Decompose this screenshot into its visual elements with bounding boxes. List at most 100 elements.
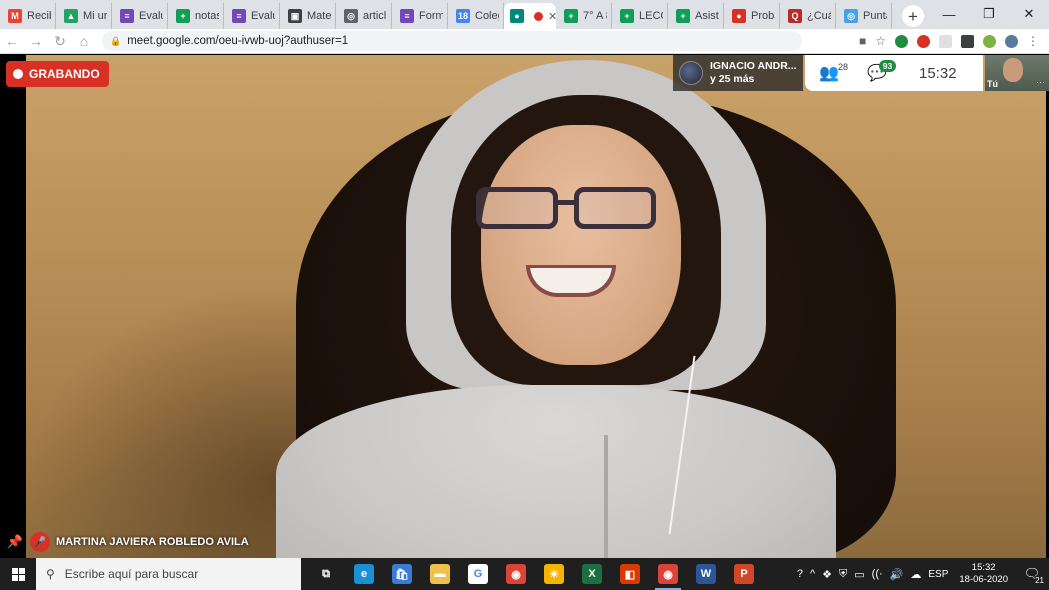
taskbar-app[interactable]: ▬ [421,558,459,590]
taskbar-app[interactable]: X [573,558,611,590]
taskbar-search[interactable]: ⚲ Escribe aquí para buscar [36,558,301,590]
tab-title: Form [419,10,443,22]
task-view-icon: ⧉ [322,567,330,580]
dropbox-icon[interactable]: ❖ [822,568,832,581]
classroom-icon: ▣ [288,9,302,23]
address-bar[interactable]: 🔒 meet.google.com/oeu-ivwb-uoj?authuser=… [102,31,802,51]
home-icon[interactable]: ⌂ [72,33,96,49]
video-zipper [604,435,608,558]
recording-badge: GRABANDO [6,61,109,87]
browser-tab[interactable]: ● ✕ [504,3,556,29]
people-icon: 👥 [819,65,839,82]
tab-title: Asiste [695,10,719,22]
minimize-icon[interactable]: — [929,0,969,28]
onedrive-icon[interactable]: ☁ [910,568,921,581]
participants-button[interactable]: 👥 28 [819,55,867,91]
taskbar-app[interactable]: ◧ [611,558,649,590]
taskbar-app[interactable]: ☀ [535,558,573,590]
search-placeholder: Escribe aquí para buscar [64,567,199,581]
taskbar-clock[interactable]: 15:32 18-06-2020 [959,562,1008,586]
self-view-more-icon[interactable]: ⋯ [1036,77,1045,88]
extension-grey-icon[interactable] [939,34,952,48]
browser-tab[interactable]: + LECC [612,3,668,29]
browser-tab[interactable]: ≡ Form [392,3,448,29]
browser-tab[interactable]: ● Proba [724,3,780,29]
calendar-icon: 18 [456,9,470,23]
extension-play-icon[interactable] [983,34,996,48]
browser-tab[interactable]: ◎ Punta [836,3,892,29]
tab-title: ¿Cuá [807,10,831,22]
windows-logo-icon [11,567,25,581]
taskbar-app[interactable]: G [459,558,497,590]
restore-icon[interactable]: ❐ [969,0,1009,28]
wifi-icon[interactable]: ((· [872,568,883,580]
participant-name-row: 📌 🎤 MARTINA JAVIERA ROBLEDO AVILA [6,532,249,552]
edge-icon: e [354,564,374,584]
show-hidden-icons[interactable]: ^ [810,568,815,580]
close-window-icon[interactable]: ✕ [1009,0,1049,28]
battery-icon[interactable]: ▭ [854,568,864,581]
pin-icon[interactable]: 📌 [6,534,24,550]
reload-icon[interactable]: ↻ [48,33,72,50]
browser-tab[interactable]: ≡ Evalu [224,3,280,29]
tab-title: Recib [27,10,51,22]
globe-icon: ◎ [344,9,358,23]
back-icon[interactable]: ← [0,33,24,49]
browser-tab[interactable]: Q ¿Cuá [780,3,836,29]
toolbar-right: ■ ☆ ⋮ [859,34,1049,48]
tab-strip: M Recib ▲ Mi ur ≡ Evalu + notas ≡ Evalu ▣ Mate ◎ arti… [0,0,1049,29]
chrome-running-icon: ◉ [658,564,678,584]
browser-tab[interactable]: + notas [168,3,224,29]
tab-title: Mi ur [83,10,107,22]
presenter-text: IGNACIO ANDR... y 25 más [710,60,797,86]
bookmark-star-icon[interactable]: ☆ [875,34,886,48]
extension-red-icon[interactable] [917,34,930,48]
browser-tab[interactable]: ◎ articl [336,3,392,29]
new-tab-button[interactable]: + [902,5,924,27]
close-tab-icon[interactable]: ✕ [548,10,556,23]
volume-icon[interactable]: 🔊 [890,568,904,581]
taskbar-app[interactable]: P [725,558,763,590]
taskbar-app[interactable]: ◉ [497,558,535,590]
meet-icon: ● [510,9,524,23]
browser-tab[interactable]: M Recib [0,3,56,29]
taskbar-app[interactable]: 🛍 [383,558,421,590]
lock-icon[interactable]: 🔒 [110,36,121,47]
browser-tab[interactable]: 18 Coleg [448,3,504,29]
action-center-button[interactable]: 🗨 21 [1019,558,1045,590]
extension-cast-icon[interactable] [961,34,974,48]
presenter-chip[interactable]: IGNACIO ANDR... y 25 más [673,55,803,91]
sheets-icon: + [176,9,190,23]
profile-avatar-icon[interactable] [1005,34,1018,48]
taskbar-app[interactable]: W [687,558,725,590]
presenter-name: IGNACIO ANDR... [710,60,797,72]
participant-video[interactable] [26,55,1046,558]
extension-check-icon[interactable] [895,34,908,48]
self-view[interactable]: Tú ⋯ [985,55,1049,91]
recording-label: GRABANDO [29,67,100,81]
help-icon[interactable]: ? [797,568,803,580]
chrome-menu-icon[interactable]: ⋮ [1027,34,1039,48]
forward-icon[interactable]: → [24,33,48,49]
recording-dot-icon [13,69,23,79]
clock-time: 15:32 [971,562,996,573]
security-icon[interactable]: ⛨ [839,568,847,581]
browser-tab[interactable]: ▲ Mi ur [56,3,112,29]
browser-tab[interactable]: ▣ Mate [280,3,336,29]
presenter-avatar [679,61,703,85]
browser-toolbar: ← → ↻ ⌂ 🔒 meet.google.com/oeu-ivwb-uoj?a… [0,29,1049,54]
start-button[interactable] [0,558,36,590]
browser-tab[interactable]: + Asiste [668,3,724,29]
browser-tab[interactable]: ≡ Evalu [112,3,168,29]
language-indicator[interactable]: ESP [928,569,948,580]
taskbar-app[interactable]: ⧉ [307,558,345,590]
globe-icon: ◎ [844,9,858,23]
browser-tab[interactable]: +7° A 8 [556,3,612,29]
taskbar-app[interactable]: e [345,558,383,590]
camera-in-use-icon[interactable]: ■ [859,34,866,48]
forms-icon: ≡ [232,9,246,23]
taskbar-app[interactable]: ◉ [649,558,687,590]
tab-title: LECC [639,10,663,22]
chat-button[interactable]: 💬 93 [867,55,915,91]
sheets-icon: + [564,9,578,23]
